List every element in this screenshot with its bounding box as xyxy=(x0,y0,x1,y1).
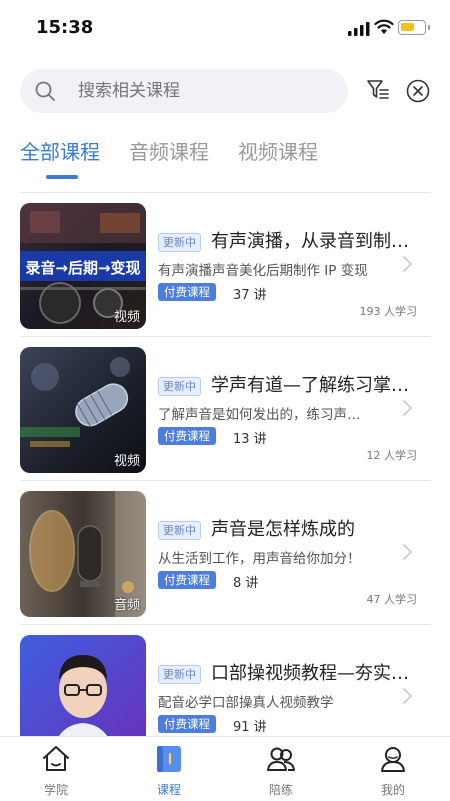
house-icon xyxy=(43,746,69,771)
course-card[interactable]: 更新中 口部操视频教程—夯实… 配音必学口部操真人视频教学 付费课程 91 讲 xyxy=(20,625,431,736)
course-tabs: 全部课程 音频课程 视频课程 xyxy=(0,130,450,192)
lesson-count: 13 讲 xyxy=(233,432,267,447)
course-title: 有声演播，从录音到制… xyxy=(211,231,409,252)
course-title: 口部操视频教程—夯实… xyxy=(211,663,409,684)
chevron-right-icon xyxy=(403,400,413,416)
lesson-count: 37 讲 xyxy=(233,288,267,303)
update-badge: 更新中 xyxy=(158,233,201,252)
nav-label: 学院 xyxy=(43,783,68,797)
chevron-right-icon xyxy=(403,688,413,704)
lesson-count: 91 讲 xyxy=(233,720,267,735)
people-icon xyxy=(267,747,295,771)
close-circle-icon[interactable] xyxy=(406,79,430,103)
profile-icon xyxy=(381,747,405,772)
course-thumbnail: 录音→后期→变现 视频 xyxy=(20,203,146,329)
media-type-label: 视频 xyxy=(113,454,140,469)
course-card[interactable]: 视频 更新中 学声有道—了解练习掌… 了解声音是如何发出的，练习声… 付费课程 … xyxy=(20,337,431,481)
search-input[interactable] xyxy=(78,79,328,103)
tab-video-courses[interactable]: 视频课程 xyxy=(238,136,318,165)
course-title: 声音是怎样炼成的 xyxy=(211,519,355,540)
wifi-icon xyxy=(374,19,394,34)
nav-item-profile[interactable]: 我的 xyxy=(353,737,433,801)
paid-badge: 付费课程 xyxy=(158,283,216,301)
learner-count: 193 人学习 xyxy=(359,305,418,318)
paid-badge: 付费课程 xyxy=(158,427,216,445)
instructor-portrait-icon xyxy=(20,635,146,736)
course-thumbnail: 音频 xyxy=(20,491,146,617)
course-card[interactable]: 音频 更新中 声音是怎样炼成的 从生活到工作，用声音给你加分！ 付费课程 8 讲… xyxy=(20,481,431,625)
chevron-right-icon xyxy=(403,256,413,272)
search-bar[interactable] xyxy=(20,69,348,113)
nav-item-courses[interactable]: 课程 xyxy=(129,737,209,801)
cellular-signal-icon xyxy=(348,22,370,36)
learner-count: 12 人学习 xyxy=(366,449,418,462)
chevron-right-icon xyxy=(403,544,413,560)
search-icon xyxy=(35,81,55,101)
course-card[interactable]: 录音→后期→变现 视频 更新中 有声演播，从录音到制… 有声演播声音美化后期制作… xyxy=(20,193,431,337)
paid-badge: 付费课程 xyxy=(158,715,216,733)
thumbnail-banner-text: 录音→后期→变现 xyxy=(25,259,141,277)
paid-badge: 付费课程 xyxy=(158,571,216,589)
media-type-label: 音频 xyxy=(113,598,140,613)
update-badge: 更新中 xyxy=(158,665,201,684)
course-description: 从生活到工作，用声音给你加分！ xyxy=(158,551,361,567)
nav-item-practice[interactable]: 陪练 xyxy=(241,737,321,801)
course-title: 学声有道—了解练习掌… xyxy=(211,375,409,396)
battery-icon xyxy=(398,20,426,35)
course-thumbnail xyxy=(20,635,146,736)
learner-count: 47 人学习 xyxy=(366,593,418,606)
course-thumbnail: 视频 xyxy=(20,347,146,473)
nav-item-academy[interactable]: 学院 xyxy=(16,737,96,801)
active-tab-indicator xyxy=(46,175,78,179)
tab-audio-courses[interactable]: 音频课程 xyxy=(129,136,209,165)
media-type-label: 视频 xyxy=(113,310,140,325)
status-time: 15:38 xyxy=(36,17,94,38)
course-description: 配音必学口部操真人视频教学 xyxy=(158,695,334,711)
battery-nub xyxy=(428,25,430,30)
filter-icon[interactable] xyxy=(366,78,390,102)
nav-label: 课程 xyxy=(156,783,181,797)
bottom-nav: 学院 课程 陪练 我的 xyxy=(0,736,450,801)
nav-label: 我的 xyxy=(380,783,405,797)
update-badge: 更新中 xyxy=(158,521,201,540)
course-description: 了解声音是如何发出的，练习声… xyxy=(158,407,361,423)
book-icon xyxy=(157,746,181,772)
nav-label: 陪练 xyxy=(268,783,293,797)
tab-all-courses[interactable]: 全部课程 xyxy=(20,136,100,165)
update-badge: 更新中 xyxy=(158,377,201,396)
course-description: 有声演播声音美化后期制作 IP 变现 xyxy=(158,263,368,279)
lesson-count: 8 讲 xyxy=(233,576,259,591)
status-bar: 15:38 xyxy=(0,0,450,56)
